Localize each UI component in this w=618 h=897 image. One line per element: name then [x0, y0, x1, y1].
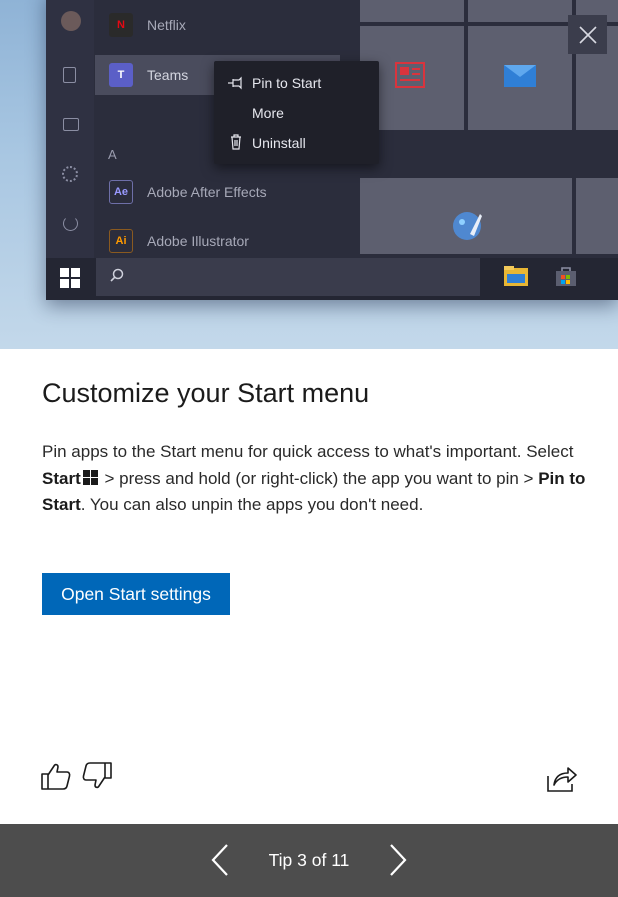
hero-illustration: N Netflix T Teams A Ae Adobe After Effec… [0, 0, 618, 349]
file-explorer-icon [504, 266, 528, 286]
tip-title: Customize your Start menu [42, 378, 370, 408]
app-list-item-after-effects: Ae Adobe After Effects [95, 172, 340, 212]
illustrator-icon: Ai [109, 229, 133, 253]
document-icon [63, 67, 76, 83]
news-icon [395, 62, 425, 88]
store-icon [556, 267, 576, 286]
taskbar-search-box [96, 258, 480, 296]
tile [360, 0, 464, 22]
open-start-settings-button[interactable]: Open Start settings [42, 573, 230, 615]
windows-logo-icon [82, 469, 98, 485]
thumbs-down-icon[interactable] [81, 760, 113, 792]
share-icon[interactable] [545, 762, 577, 794]
close-button[interactable] [568, 15, 607, 54]
desc-text: > press and hold (or right-click) the ap… [99, 468, 539, 488]
trash-icon [231, 134, 241, 150]
desc-text: . You can also unpin the apps you don't … [80, 495, 424, 514]
app-list-item-netflix: N Netflix [95, 5, 340, 45]
section-letter: A [108, 147, 117, 162]
chevron-right-icon [390, 844, 407, 876]
app-label: Adobe After Effects [147, 184, 267, 200]
app-label: Teams [147, 67, 189, 83]
paint-icon [453, 212, 482, 240]
context-menu-label: More [252, 105, 284, 121]
next-tip-button[interactable] [380, 838, 416, 882]
app-label: Adobe Illustrator [147, 233, 249, 249]
settings-icon [62, 166, 78, 182]
search-icon [110, 268, 124, 282]
tile [576, 178, 618, 254]
chevron-left-icon [211, 844, 228, 876]
context-menu-item-pin-to-start: Pin to Start [214, 68, 379, 98]
context-menu-item-more: More [214, 98, 379, 128]
user-avatar-icon [61, 11, 81, 31]
power-icon [63, 216, 78, 231]
thumbs-up-icon[interactable] [40, 760, 72, 792]
context-menu: Pin to Start More Uninstall [214, 61, 379, 164]
context-menu-label: Uninstall [252, 135, 306, 151]
app-list-item-illustrator: Ai Adobe Illustrator [95, 221, 340, 261]
tip-counter: Tip 3 of 11 [268, 850, 350, 870]
pictures-icon [63, 118, 79, 131]
tip-description: Pin apps to the Start menu for quick acc… [42, 439, 587, 519]
desc-bold-start: Start [42, 468, 81, 488]
netflix-icon: N [109, 13, 133, 37]
context-menu-item-uninstall: Uninstall [214, 128, 379, 158]
close-icon [578, 25, 597, 44]
mail-icon [504, 65, 536, 87]
windows-logo-icon [60, 268, 80, 288]
pin-icon [228, 76, 242, 90]
after-effects-icon: Ae [109, 180, 133, 204]
tile [468, 0, 572, 22]
app-label: Netflix [147, 17, 186, 33]
context-menu-label: Pin to Start [252, 75, 322, 91]
desc-text: Pin apps to the Start menu for quick acc… [42, 442, 574, 461]
teams-icon: T [109, 63, 133, 87]
